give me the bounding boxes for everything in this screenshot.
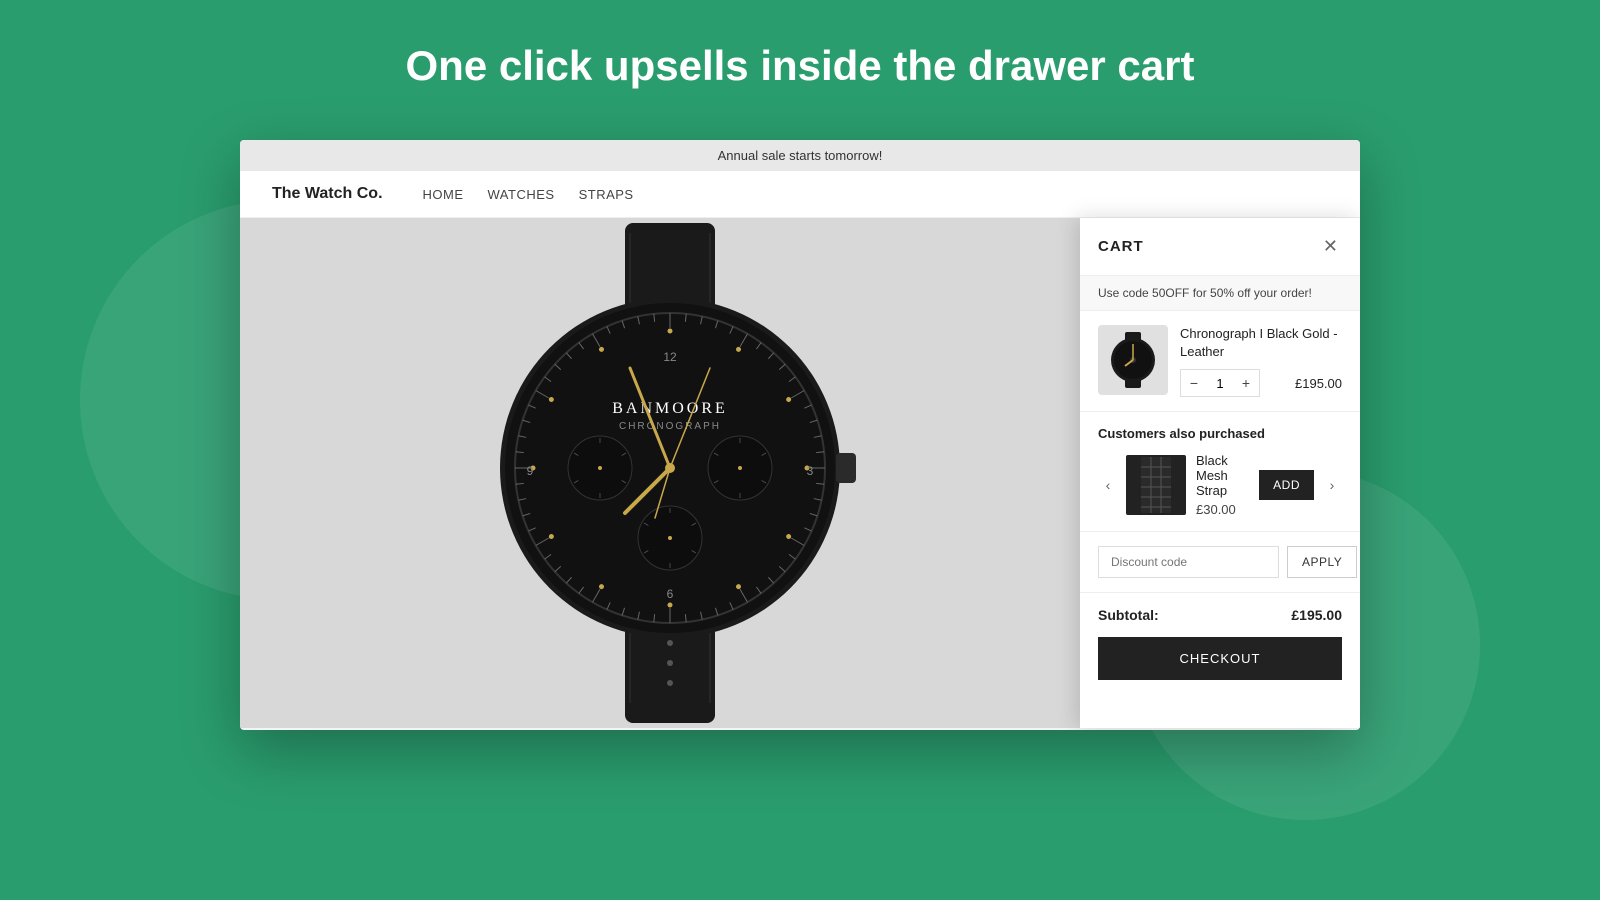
cart-item: Chronograph I Black Gold - Leather − 1 +… [1080,311,1360,412]
carousel-next-button[interactable]: › [1322,475,1342,495]
cart-drawer: CART ✕ Use code 50OFF for 50% off your o… [1080,218,1360,728]
cart-qty-plus[interactable]: + [1233,370,1259,396]
cart-item-qty-row: − 1 + £195.00 [1180,369,1342,397]
checkout-button[interactable]: CHECKOUT [1098,637,1342,680]
cart-item-name: Chronograph I Black Gold - Leather [1180,325,1342,361]
subtotal-label: Subtotal: [1098,607,1159,623]
svg-text:6: 6 [667,587,674,601]
upsell-item-price: £30.00 [1196,502,1249,517]
cart-title: CART [1098,238,1144,255]
nav-straps[interactable]: STRAPS [579,187,634,202]
cart-qty-value: 1 [1207,376,1233,391]
cart-item-qty: − 1 + [1180,369,1260,397]
store-nav: The Watch Co. HOME WATCHES STRAPS [240,171,1360,218]
discount-input[interactable] [1098,546,1279,578]
upsell-item-info: Black Mesh Strap £30.00 [1196,453,1249,517]
upsell-carousel: ‹ [1098,453,1342,517]
upsell-item-image [1126,455,1186,515]
store-content: BANMOORE CHRONOGRAPH [240,218,1360,728]
watch-svg-container: BANMOORE CHRONOGRAPH [430,218,910,728]
discount-section: APPLY [1080,532,1360,593]
cart-qty-minus[interactable]: − [1181,370,1207,396]
store-logo: The Watch Co. [272,185,383,203]
cart-close-button[interactable]: ✕ [1319,234,1342,259]
apply-discount-button[interactable]: APPLY [1287,546,1357,578]
watch-image-area: BANMOORE CHRONOGRAPH [240,218,1100,728]
upsell-title: Customers also purchased [1098,426,1342,441]
upsell-item: Black Mesh Strap £30.00 ADD [1126,453,1314,517]
announcement-text: Annual sale starts tomorrow! [718,148,883,163]
svg-text:12: 12 [663,350,677,364]
cart-item-details: Chronograph I Black Gold - Leather − 1 +… [1180,325,1342,397]
upsell-item-name: Black Mesh Strap [1196,453,1249,498]
nav-links: HOME WATCHES STRAPS [423,187,634,202]
announcement-bar: Annual sale starts tomorrow! [240,140,1360,171]
cart-item-price: £195.00 [1295,376,1342,391]
carousel-prev-button[interactable]: ‹ [1098,475,1118,495]
cart-promo-text: Use code 50OFF for 50% off your order! [1098,286,1312,300]
cart-promo-bar: Use code 50OFF for 50% off your order! [1080,276,1360,311]
subtotal-section: Subtotal: £195.00 [1080,593,1360,637]
svg-text:CHRONOGRAPH: CHRONOGRAPH [619,421,721,432]
upsell-add-button[interactable]: ADD [1259,470,1314,500]
cart-header: CART ✕ [1080,218,1360,276]
nav-home[interactable]: HOME [423,187,464,202]
cart-item-image [1098,325,1168,395]
subtotal-amount: £195.00 [1291,607,1342,623]
page-headline: One click upsells inside the drawer cart [0,42,1600,90]
browser-window: Annual sale starts tomorrow! The Watch C… [240,140,1360,730]
svg-text:9: 9 [527,464,534,478]
svg-text:3: 3 [807,464,814,478]
upsell-section: Customers also purchased ‹ [1080,412,1360,532]
nav-watches[interactable]: WATCHES [488,187,555,202]
svg-text:BANMOORE: BANMOORE [612,400,728,417]
